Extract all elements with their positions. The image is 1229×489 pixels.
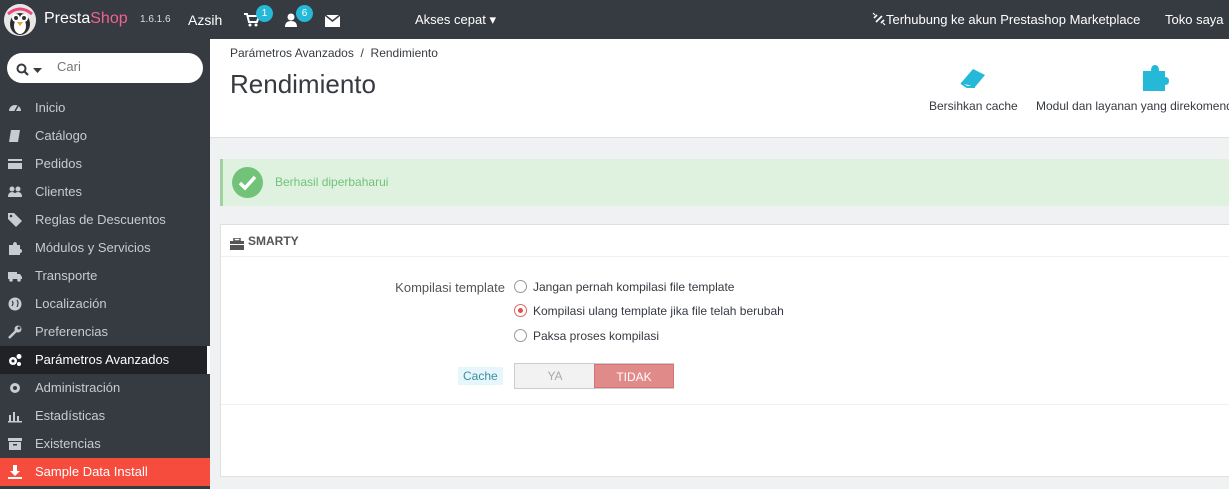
recommended-modules-label: Modul dan layanan yang direkomendasikan: [1036, 99, 1229, 113]
sidebar-item-label: Localización: [35, 296, 107, 311]
sidebar-item-label: Preferencias: [35, 324, 108, 339]
search-box: [7, 53, 203, 83]
cache-label: Cache: [458, 367, 503, 385]
eraser-icon: [957, 63, 989, 91]
cache-no-option[interactable]: TIDAK: [594, 364, 674, 388]
sidebar-item-reglas-descuentos[interactable]: Reglas de Descuentos: [0, 206, 210, 234]
sidebar-item-label: Inicio: [35, 100, 66, 115]
success-alert: Berhasil diperbaharui: [220, 159, 1229, 206]
wrench-icon: [8, 325, 22, 339]
sidebar: Inicio Catálogo Pedidos Clientes Reglas …: [0, 39, 210, 489]
cog-icon: [8, 381, 22, 395]
search-icon[interactable]: [16, 61, 29, 80]
truck-icon: [8, 269, 22, 283]
top-bar: PrestaShop 1.6.1.6 Azsih 1 6 Akses cepat…: [0, 0, 1229, 39]
sidebar-item-sample-data-install[interactable]: Sample Data Install: [0, 458, 210, 486]
panel-heading: SMARTY: [221, 225, 1229, 257]
radio-button[interactable]: [514, 280, 527, 294]
brand-name[interactable]: PrestaShop: [44, 10, 128, 28]
my-shop-link[interactable]: Toko saya: [1165, 12, 1224, 27]
caret-down-icon[interactable]: [33, 61, 42, 80]
sidebar-item-label: Reglas de Descuentos: [35, 212, 166, 227]
sidebar-item-label: Catálogo: [35, 128, 88, 143]
compile-template-label: Kompilasi template: [395, 280, 505, 295]
brand-presta: Presta: [44, 10, 91, 27]
tag-icon: [8, 213, 22, 227]
radio-label: Kompilasi ulang template jika file telah…: [533, 304, 784, 318]
customers-badge: 6: [296, 5, 313, 22]
sidebar-item-existencias[interactable]: Existencias: [0, 430, 210, 458]
radio-label: Jangan pernah kompilasi file template: [533, 280, 735, 294]
marketplace-label: Terhubung ke akun Prestashop Marketplace: [886, 12, 1141, 27]
sidebar-item-inicio[interactable]: Inicio: [0, 94, 210, 122]
page-header: Parámetros Avanzados / Rendimiento Rendi…: [210, 39, 1229, 138]
radio-force-compile[interactable]: Paksa proses kompilasi: [514, 329, 659, 343]
puzzle-icon: [1139, 63, 1171, 91]
breadcrumb-current: Rendimiento: [370, 46, 438, 60]
panel-footer-divider: [221, 404, 1229, 405]
quick-access-dropdown[interactable]: Akses cepat ▾: [415, 12, 496, 28]
panel-title: SMARTY: [248, 234, 299, 248]
sidebar-item-transporte[interactable]: Transporte: [0, 262, 210, 290]
sidebar-item-label: Parámetros Avanzados: [35, 352, 170, 367]
version-label: 1.6.1.6: [140, 14, 171, 25]
sidebar-item-administracion[interactable]: Administración: [0, 374, 210, 402]
cart-badge: 1: [256, 5, 273, 22]
briefcase-icon: [230, 235, 244, 254]
sidebar-item-modulos[interactable]: Módulos y Servicios: [0, 234, 210, 262]
credit-card-icon: [8, 157, 22, 171]
sidebar-item-label: Transporte: [35, 268, 98, 283]
cogs-icon: [8, 353, 22, 367]
smarty-panel: SMARTY Kompilasi template Jangan pernah …: [220, 224, 1229, 477]
users-icon: [8, 185, 22, 199]
sidebar-item-clientes[interactable]: Clientes: [0, 178, 210, 206]
caret-down-icon: ▾: [489, 12, 496, 27]
sidebar-item-pedidos[interactable]: Pedidos: [0, 150, 210, 178]
sidebar-item-label: Sample Data Install: [35, 464, 148, 479]
brand-shop: Shop: [90, 10, 128, 27]
sidebar-item-label: Módulos y Servicios: [35, 240, 151, 255]
check-circle-icon: [232, 167, 263, 198]
radio-never-compile[interactable]: Jangan pernah kompilasi file template: [514, 280, 734, 294]
prestashop-logo[interactable]: [4, 4, 36, 36]
breadcrumb-parent[interactable]: Parámetros Avanzados: [230, 46, 354, 60]
sidebar-item-label: Estadísticas: [35, 408, 106, 423]
search-input[interactable]: [57, 59, 197, 74]
clear-cache-button[interactable]: Bersihkan cache: [929, 63, 1018, 113]
alert-message: Berhasil diperbaharui: [275, 175, 389, 189]
sidebar-item-label: Existencias: [35, 436, 101, 451]
sidebar-item-catalogo[interactable]: Catálogo: [0, 122, 210, 150]
breadcrumb-separator: /: [360, 46, 364, 60]
radio-recompile-if-changed[interactable]: Kompilasi ulang template jika file telah…: [514, 304, 784, 318]
quick-access-label: Akses cepat: [415, 12, 486, 27]
marketplace-link[interactable]: Terhubung ke akun Prestashop Marketplace: [872, 12, 1140, 29]
breadcrumb: Parámetros Avanzados / Rendimiento: [230, 46, 438, 60]
page-title: Rendimiento: [230, 69, 376, 99]
puzzle-icon: [8, 241, 22, 255]
book-icon: [8, 129, 22, 143]
recommended-modules-button[interactable]: Modul dan layanan yang direkomendasikan: [1036, 63, 1229, 113]
radio-button[interactable]: [514, 329, 527, 343]
cache-toggle[interactable]: YA TIDAK: [514, 363, 674, 389]
archive-icon: [8, 437, 22, 451]
radio-label: Paksa proses kompilasi: [533, 329, 660, 343]
sidebar-item-preferencias[interactable]: Preferencias: [0, 318, 210, 346]
dashboard-icon: [8, 101, 22, 115]
sidebar-item-label: Administración: [35, 380, 121, 395]
sidebar-item-label: Clientes: [35, 184, 82, 199]
radio-button[interactable]: [514, 304, 527, 318]
download-icon: [8, 465, 22, 479]
clear-cache-label: Bersihkan cache: [929, 99, 1018, 113]
envelope-icon[interactable]: [324, 12, 343, 28]
sidebar-item-label: Pedidos: [35, 156, 82, 171]
employee-name[interactable]: Azsih: [188, 12, 222, 28]
sidebar-item-localizacion[interactable]: Localización: [0, 290, 210, 318]
globe-icon: [8, 297, 22, 311]
bar-chart-icon: [8, 409, 22, 423]
sidebar-item-parametros-avanzados[interactable]: Parámetros Avanzados: [0, 346, 210, 374]
chain-broken-icon: [872, 12, 886, 29]
cache-yes-option[interactable]: YA: [515, 364, 595, 388]
sidebar-item-estadisticas[interactable]: Estadísticas: [0, 402, 210, 430]
